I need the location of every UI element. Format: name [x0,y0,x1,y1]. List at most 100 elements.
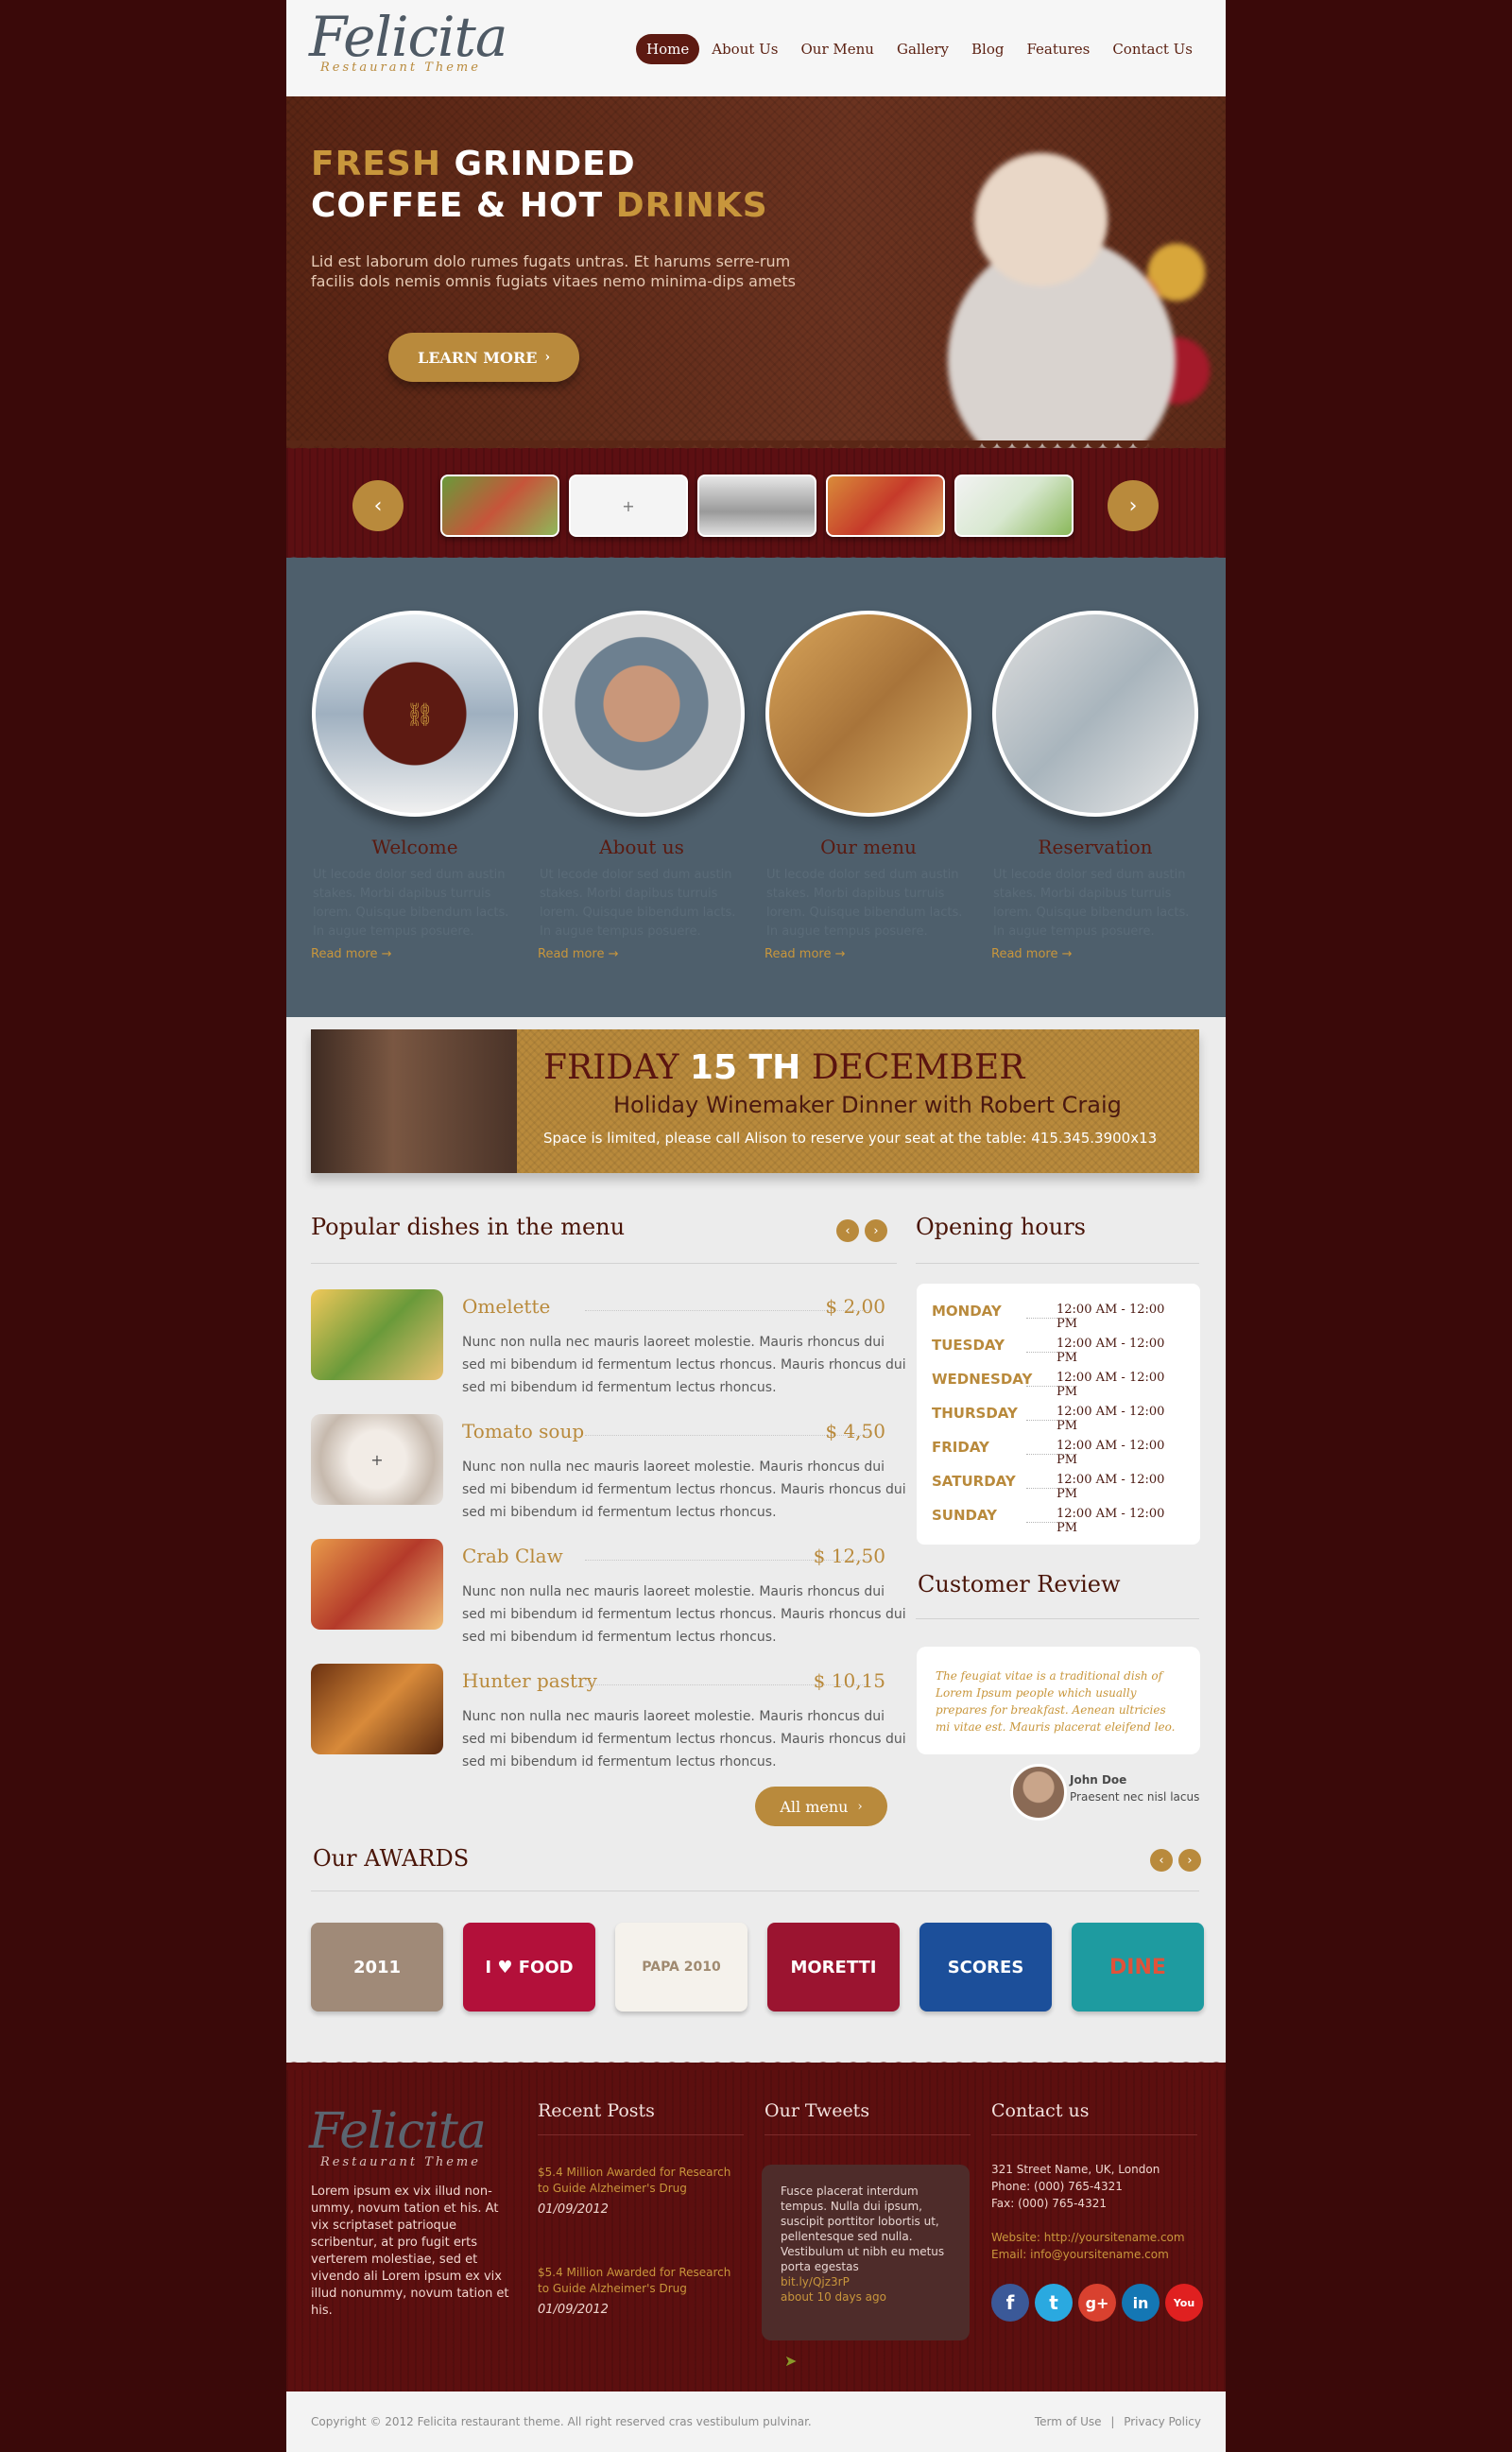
footer-logo-title: Felicita [309,2103,487,2160]
chevron-right-icon: › [544,350,551,365]
post-link[interactable]: $5.4 Million Awarded for Research to Gui… [538,2165,746,2197]
contact-website[interactable]: Website: http://yoursitename.com [991,2231,1185,2244]
gallery-thumb[interactable] [440,475,559,537]
hero-banner: FRESH GRINDED COFFEE & HOT DRINKS Lid es… [286,96,1226,448]
nav-features[interactable]: Features [1016,34,1100,64]
post-link[interactable]: $5.4 Million Awarded for Research to Gui… [538,2265,746,2297]
gallery-thumb[interactable] [697,475,816,537]
nav-home[interactable]: Home [636,34,700,64]
hours-time: 12:00 AM - 12:00 PM [1057,1337,1165,1365]
feature-image[interactable] [992,611,1198,817]
divider [311,1263,897,1264]
nav-menu[interactable]: Our Menu [791,34,885,64]
award-logo[interactable]: 2011 [311,1923,443,2012]
hero-title-part-2: COFFEE & HOT [311,186,616,225]
slider-next-button[interactable]: › [1108,480,1159,531]
link-icon[interactable]: ⛓ [405,701,434,728]
menu-prev-button[interactable]: ‹ [836,1219,859,1242]
all-menu-label: All menu [780,1797,849,1816]
hours-time: 12:00 AM - 12:00 PM [1057,1439,1165,1467]
dish-image[interactable] [311,1539,443,1630]
google-plus-glyph: g+ [1085,2293,1109,2312]
features-section: ⛓ Welcome Ut lecode dolor sed dum austin… [286,550,1226,1017]
read-more-link[interactable]: Read more → [991,947,1199,961]
footer-logo[interactable]: Felicita Restaurant Theme [309,2102,487,2169]
feature-image[interactable] [539,611,745,817]
tweet-link[interactable]: bit.ly/Qjz3rP [781,2275,850,2288]
youtube-icon[interactable]: You [1165,2284,1203,2322]
hours-day: WEDNESDAY [932,1371,1033,1388]
dish-price: $ 10,15 [813,1669,885,1692]
award-logo[interactable]: PAPA 2010 [615,1923,747,2012]
privacy-link[interactable]: Privacy Policy [1124,2415,1201,2428]
dish-name[interactable]: Omelette [462,1295,550,1318]
legal-separator: | [1110,2415,1115,2428]
site-header: Felicita Restaurant Theme Home About Us … [286,0,1226,96]
contact-phone: Phone: (000) 765-4321 [991,2180,1123,2193]
tweets-title: Our Tweets [765,2100,870,2121]
award-logo[interactable]: I ♥ FOOD [463,1923,595,2012]
chevron-right-icon: › [1187,1853,1193,1868]
nav-contact[interactable]: Contact Us [1102,34,1203,64]
chevron-right-icon: › [873,1223,879,1238]
terms-link[interactable]: Term of Use [1035,2415,1102,2428]
award-label: MORETTI [790,1957,877,1977]
logo-title: Felicita [309,5,507,69]
twitter-icon[interactable]: t [1035,2284,1073,2322]
feature-image[interactable] [765,611,971,817]
award-logo[interactable]: MORETTI [767,1923,900,2012]
hours-time: 12:00 AM - 12:00 PM [1057,1405,1165,1433]
read-more-link[interactable]: Read more → [538,947,746,961]
awards-next-button[interactable]: › [1178,1849,1201,1872]
nav-blog[interactable]: Blog [961,34,1014,64]
slider-prev-button[interactable]: ‹ [352,480,404,531]
chevron-left-icon: ‹ [1159,1853,1164,1868]
all-menu-button[interactable]: All menu › [755,1787,887,1826]
page: Felicita Restaurant Theme Home About Us … [286,0,1226,2452]
hours-time: 12:00 AM - 12:00 PM [1057,1507,1165,1535]
gallery-thumb[interactable] [954,475,1074,537]
read-more-link[interactable]: Read more → [765,947,972,961]
tweet-time: about 10 days ago [781,2290,886,2304]
post-date: 01/09/2012 [538,2303,609,2317]
google-plus-icon[interactable]: g+ [1078,2284,1116,2322]
chevron-left-icon: ‹ [373,493,383,518]
linkedin-icon[interactable]: in [1122,2284,1160,2322]
nav-gallery[interactable]: Gallery [886,34,959,64]
copyright-bar: Copyright © 2012 Felicita restaurant the… [286,2392,1226,2452]
learn-more-button[interactable]: LEARN MORE › [388,333,579,382]
gallery-thumb[interactable] [826,475,945,537]
divider [916,1618,1199,1619]
wave-divider [286,440,1226,456]
contact-email[interactable]: Email: info@yoursitename.com [991,2248,1169,2261]
dish-image[interactable]: + [311,1414,443,1505]
feature-image[interactable]: ⛓ [312,611,518,817]
hours-time: 12:00 AM - 12:00 PM [1057,1303,1165,1331]
dish-image[interactable] [311,1664,443,1754]
read-more-link[interactable]: Read more → [311,947,519,961]
hero-title-part-1: GRINDED [454,145,636,183]
review-title: Customer Review [918,1571,1121,1597]
dish-name[interactable]: Crab Claw [462,1545,563,1567]
logo[interactable]: Felicita Restaurant Theme [309,8,507,75]
facebook-icon[interactable]: f [991,2284,1029,2322]
event-note: Space is limited, please call Alison to … [543,1130,1158,1147]
gallery-thumb[interactable]: + [569,475,688,537]
contact-address: 321 Street Name, UK, London [991,2163,1160,2176]
award-logo[interactable]: SCORES [919,1923,1052,2012]
feature-title: Our menu [820,836,917,858]
feature-text: Ut lecode dolor sed dum austin stakes. M… [540,868,736,939]
wave-divider [286,2055,1226,2070]
dish-name[interactable]: Hunter pastry [462,1669,597,1692]
menu-next-button[interactable]: › [865,1219,887,1242]
award-label: 2011 [352,1957,402,1977]
award-logo[interactable]: DINE [1072,1923,1204,2012]
dish-price: $ 12,50 [813,1545,885,1567]
awards-prev-button[interactable]: ‹ [1150,1849,1173,1872]
dish-name[interactable]: Tomato soup [462,1420,584,1442]
award-label: SCORES [947,1957,1024,1977]
hours-table: MONDAY 12:00 AM - 12:00 PM TUESDAY 12:00 A… [917,1284,1200,1545]
nav-about[interactable]: About Us [701,34,788,64]
dish-image[interactable] [311,1289,443,1380]
event-day: FRIDAY [543,1048,690,1087]
